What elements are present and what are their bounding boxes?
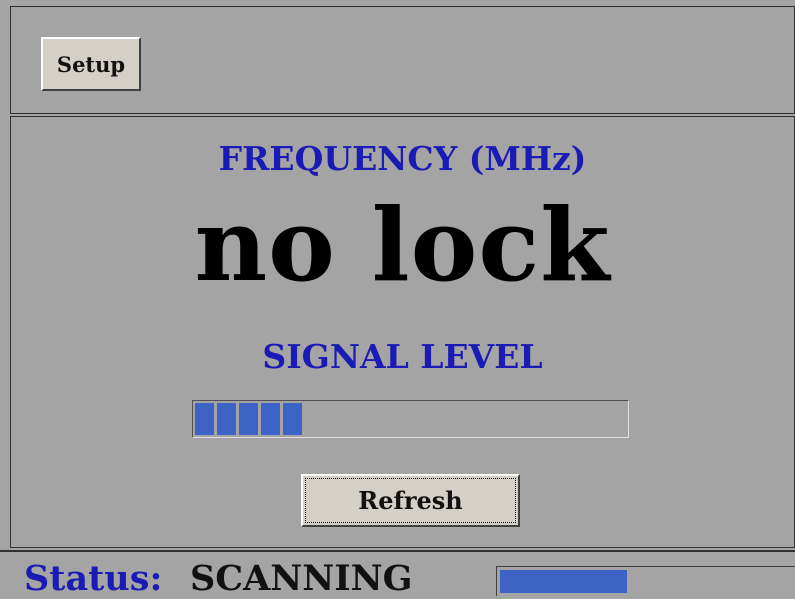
signal-segment: [283, 403, 302, 435]
frequency-label: FREQUENCY (MHz): [218, 139, 587, 178]
signal-segment: [261, 403, 280, 435]
frequency-value: no lock: [194, 186, 611, 304]
signal-level-bar: [192, 400, 629, 438]
refresh-button[interactable]: Refresh: [301, 474, 520, 527]
signal-segment: [195, 403, 214, 435]
scan-progress-bar: [496, 566, 795, 596]
status-value: SCANNING: [190, 558, 413, 599]
signal-segment: [217, 403, 236, 435]
status-label: Status:: [24, 558, 163, 599]
top-panel: Setup: [10, 6, 795, 114]
signal-level-label: SIGNAL LEVEL: [262, 337, 543, 376]
setup-button[interactable]: Setup: [41, 37, 141, 91]
signal-level-fill: [195, 403, 626, 435]
signal-segment: [239, 403, 258, 435]
status-bar: Status: SCANNING: [0, 550, 795, 599]
main-panel: FREQUENCY (MHz) no lock SIGNAL LEVEL Ref…: [10, 116, 795, 548]
scan-progress-fill: [500, 570, 627, 593]
